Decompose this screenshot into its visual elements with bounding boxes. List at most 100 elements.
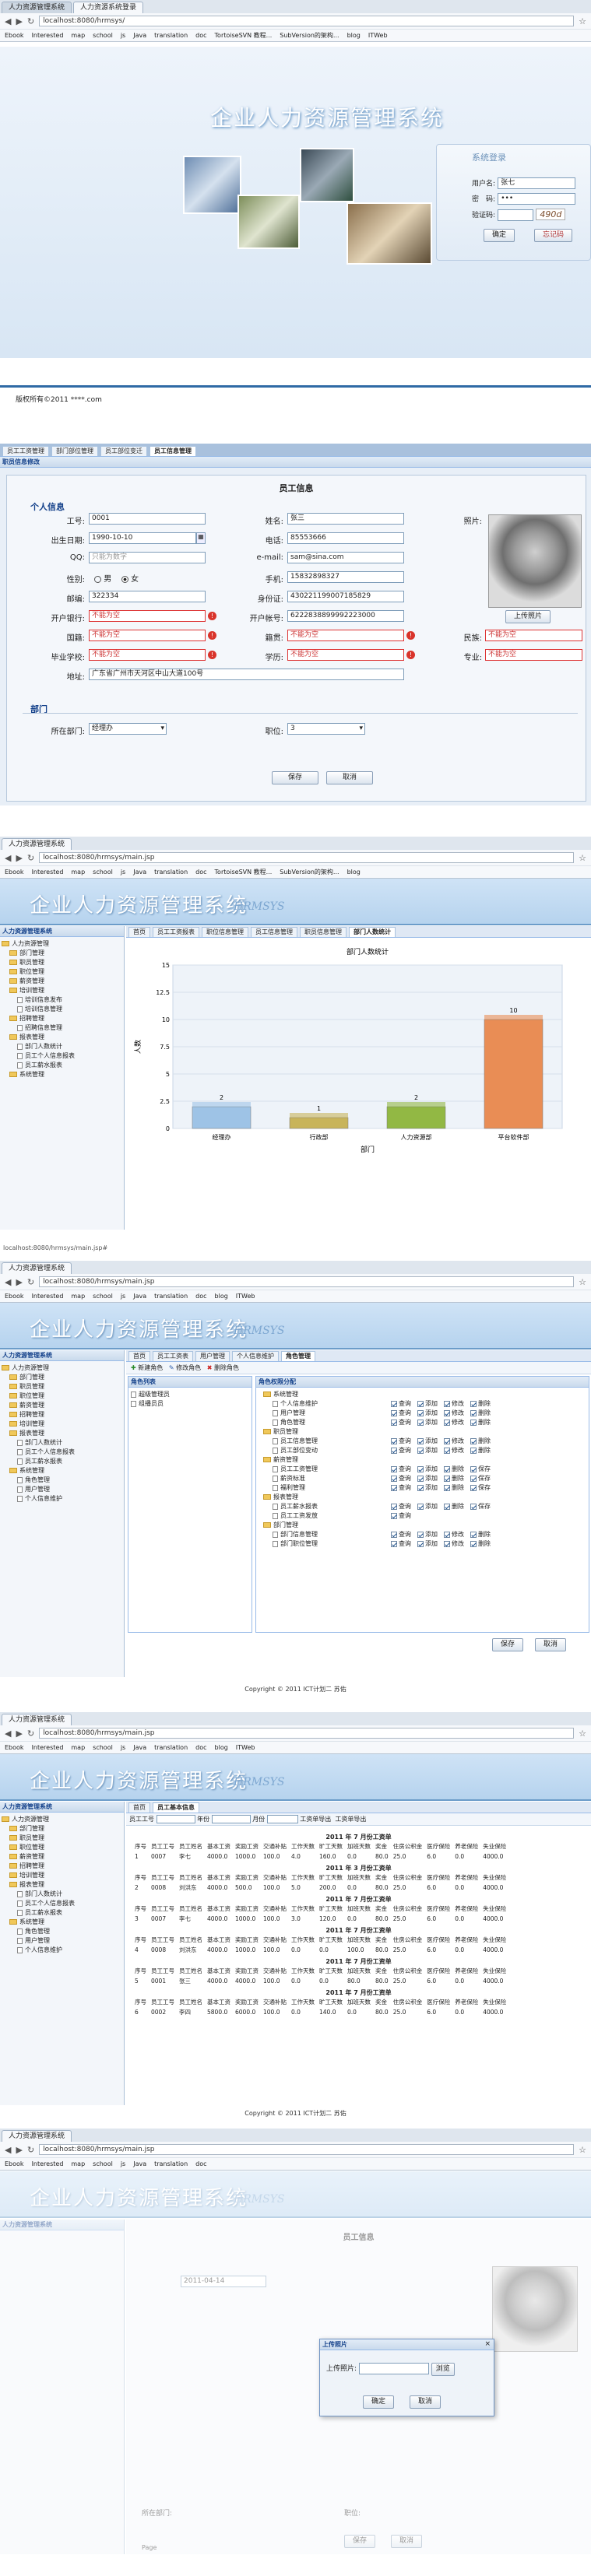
bookmark[interactable]: Interested bbox=[32, 1290, 64, 1302]
bookmark[interactable]: js bbox=[121, 2158, 125, 2170]
permission-checkbox[interactable]: 删除 bbox=[444, 1474, 464, 1483]
bookmark[interactable]: translation bbox=[154, 1742, 188, 1753]
permission-checkbox[interactable]: 添加 bbox=[417, 1502, 438, 1511]
save-button[interactable]: 保存 bbox=[492, 1638, 524, 1651]
forward-icon[interactable]: ▶ bbox=[16, 1277, 22, 1287]
bookmark[interactable]: js bbox=[121, 866, 125, 878]
tree-node[interactable]: 报表管理 bbox=[2, 1429, 122, 1438]
role-item[interactable]: 组播员员 bbox=[131, 1399, 249, 1409]
bookmark[interactable]: Ebook bbox=[5, 2158, 24, 2170]
bookmark[interactable]: js bbox=[121, 30, 125, 41]
tree-node[interactable]: 部门人数统计 bbox=[2, 1438, 122, 1448]
bookmark[interactable]: doc bbox=[195, 1742, 206, 1753]
permission-checkbox[interactable]: 查询 bbox=[391, 1511, 411, 1521]
field-id[interactable]: 0001 bbox=[89, 513, 206, 525]
bookmark[interactable]: map bbox=[71, 2158, 85, 2170]
bookmark[interactable]: ITWeb bbox=[368, 30, 388, 41]
tab[interactable]: 首页 bbox=[128, 1802, 150, 1813]
field-post[interactable]: 322334 bbox=[89, 591, 206, 602]
tab-salary[interactable]: 员工工资管理 bbox=[2, 446, 49, 456]
bookmark[interactable]: js bbox=[121, 1742, 125, 1753]
bookmark[interactable]: translation bbox=[154, 2158, 188, 2170]
bookmark[interactable]: doc bbox=[195, 2158, 206, 2170]
tree-node[interactable]: 培训信息管理 bbox=[2, 1005, 122, 1014]
tab-employee-info[interactable]: 员工信息管理 bbox=[150, 446, 196, 456]
tree-node[interactable]: 报表管理 bbox=[2, 1033, 122, 1042]
permission-checkbox[interactable]: 添加 bbox=[417, 1539, 438, 1549]
reload-icon[interactable]: ↻ bbox=[27, 1728, 34, 1739]
bookmark[interactable]: translation bbox=[154, 866, 188, 878]
permission-checkbox[interactable]: 删除 bbox=[470, 1539, 491, 1549]
bookmark[interactable]: school bbox=[93, 30, 113, 41]
tree-node[interactable]: 职位管理 bbox=[2, 1843, 122, 1852]
tree-node[interactable]: 职位管理 bbox=[2, 967, 122, 977]
address-bar[interactable]: localhost:8080/hrmsys/main.jsp bbox=[39, 1276, 575, 1287]
bookmark[interactable]: doc bbox=[195, 30, 206, 41]
tab-active[interactable]: 角色管理 bbox=[281, 1351, 315, 1361]
tree-node[interactable]: 报表管理 bbox=[2, 1880, 122, 1890]
bookmark[interactable]: blog bbox=[347, 866, 361, 878]
tree-node[interactable]: 员工薪水报表 bbox=[2, 1457, 122, 1466]
save-button[interactable]: 保存 bbox=[272, 771, 318, 784]
reload-icon[interactable]: ↻ bbox=[27, 853, 34, 863]
tree-node[interactable]: 人力资源管理 bbox=[2, 1363, 122, 1373]
tree-node[interactable]: 个人信息维护 bbox=[2, 1494, 122, 1504]
permission-checkbox[interactable]: 修改 bbox=[444, 1446, 464, 1455]
bookmark[interactable]: translation bbox=[154, 1290, 188, 1302]
captcha-field[interactable] bbox=[498, 209, 534, 221]
radio-male[interactable] bbox=[94, 575, 101, 583]
browser-tab-active[interactable]: 人力资源管理系统 bbox=[2, 1262, 72, 1274]
permission-checkbox[interactable]: 查询 bbox=[391, 1409, 411, 1418]
cancel-button[interactable]: 取消 bbox=[410, 2395, 441, 2409]
address-bar[interactable]: localhost:8080/hrmsys/main.jsp bbox=[39, 1728, 575, 1739]
permission-checkbox[interactable]: 保存 bbox=[470, 1474, 491, 1483]
bookmark[interactable]: translation bbox=[154, 30, 188, 41]
permission-checkbox[interactable]: 保存 bbox=[470, 1483, 491, 1493]
star-icon[interactable]: ☆ bbox=[579, 853, 586, 863]
address-bar[interactable]: localhost:8080/hrmsys/main.jsp bbox=[39, 852, 575, 863]
bookmark[interactable]: TortoiseSVN 教程... bbox=[215, 30, 273, 41]
bookmark[interactable]: Interested bbox=[32, 30, 64, 41]
cancel-button[interactable]: 取消 bbox=[391, 2535, 423, 2548]
cancel-button[interactable]: 取消 bbox=[326, 771, 373, 784]
bookmark[interactable]: ITWeb bbox=[236, 1290, 255, 1302]
tree-node[interactable]: 职位管理 bbox=[2, 1392, 122, 1401]
tree-node[interactable]: 培训管理 bbox=[2, 1871, 122, 1880]
reload-icon[interactable]: ↻ bbox=[27, 1277, 34, 1287]
field-email[interactable]: sam@sina.com bbox=[287, 552, 404, 563]
permission-checkbox[interactable]: 删除 bbox=[470, 1399, 491, 1409]
tree-node[interactable]: 招聘管理 bbox=[2, 1862, 122, 1871]
bookmark[interactable]: js bbox=[121, 1290, 125, 1302]
tree-node[interactable]: 用户管理 bbox=[2, 1936, 122, 1946]
export-all-button[interactable]: 工资单导出 bbox=[335, 1816, 366, 1823]
tab[interactable]: 员工信息管理 bbox=[251, 927, 297, 937]
forgot-button[interactable]: 忘记码 bbox=[534, 229, 573, 242]
bookmark[interactable]: blog bbox=[215, 1742, 228, 1753]
back-icon[interactable]: ◀ bbox=[5, 853, 11, 863]
tree-node[interactable]: 员工薪水报表 bbox=[2, 1908, 122, 1918]
permission-checkbox[interactable]: 查询 bbox=[391, 1483, 411, 1493]
bookmark[interactable]: Java bbox=[133, 1742, 146, 1753]
save-button[interactable]: 保存 bbox=[344, 2535, 376, 2548]
bookmark[interactable]: school bbox=[93, 1290, 113, 1302]
field-birth[interactable]: 2011-04-14 bbox=[181, 2276, 266, 2287]
permission-checkbox[interactable]: 添加 bbox=[417, 1483, 438, 1493]
bookmark[interactable]: Java bbox=[133, 1290, 146, 1302]
bookmark[interactable]: map bbox=[71, 1742, 85, 1753]
tree-node[interactable]: 职员管理 bbox=[2, 1834, 122, 1843]
bookmark[interactable]: Ebook bbox=[5, 866, 24, 878]
reload-icon[interactable]: ↻ bbox=[27, 2145, 34, 2155]
permission-checkbox[interactable]: 删除 bbox=[470, 1418, 491, 1427]
tree-node[interactable]: 用户管理 bbox=[2, 1485, 122, 1494]
reload-icon[interactable]: ↻ bbox=[27, 16, 34, 26]
field-idcard[interactable]: 430221199007185829 bbox=[287, 591, 404, 602]
permission-checkbox[interactable]: 删除 bbox=[470, 1446, 491, 1455]
position-select[interactable]: 3 ▾ bbox=[287, 723, 365, 735]
forward-icon[interactable]: ▶ bbox=[16, 16, 22, 26]
field-school[interactable]: 不能为空 bbox=[89, 649, 206, 661]
year-select[interactable] bbox=[211, 1815, 251, 1823]
permission-checkbox[interactable]: 删除 bbox=[470, 1530, 491, 1539]
permission-checkbox[interactable]: 修改 bbox=[444, 1530, 464, 1539]
bookmark[interactable]: blog bbox=[215, 1290, 228, 1302]
bookmark[interactable]: doc bbox=[195, 1290, 206, 1302]
